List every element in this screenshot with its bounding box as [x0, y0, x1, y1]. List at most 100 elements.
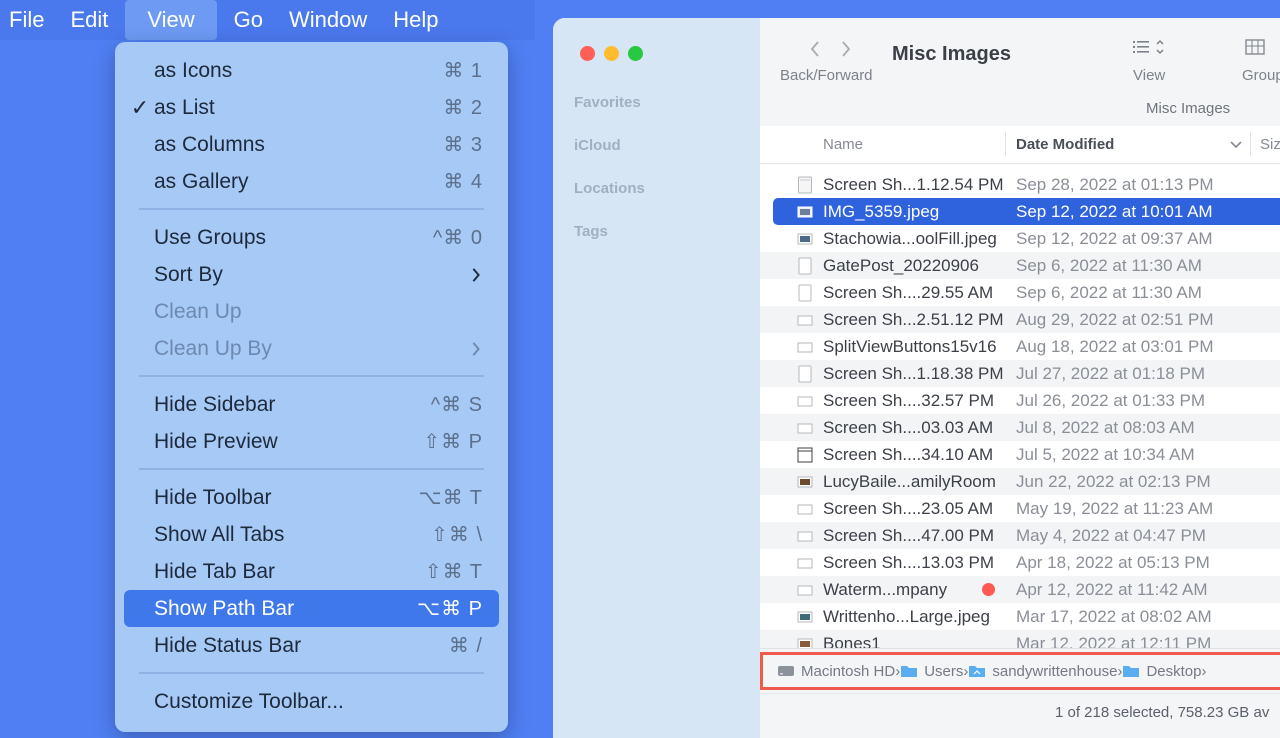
group-icon[interactable] [1245, 38, 1267, 56]
view-menu-dropdown: as Icons ⌘ 1 ✓ as List ⌘ 2 as Columns ⌘ … [115, 42, 508, 732]
menu-item-label: as Gallery [154, 169, 249, 193]
menu-item-customize-toolbar[interactable]: Customize Toolbar... [124, 683, 499, 720]
menu-item-show-path-bar[interactable]: Show Path Bar ⌥⌘ P [124, 590, 499, 627]
column-divider[interactable] [1250, 132, 1251, 156]
file-date: Jul 27, 2022 at 01:18 PM [1016, 363, 1206, 383]
menu-item-label: as List [154, 95, 215, 119]
sidebar-section-tags[interactable]: Tags [574, 223, 608, 240]
menu-item-as-icons[interactable]: as Icons ⌘ 1 [124, 52, 499, 89]
path-bar-highlight: Macintosh HD › Users › sandywrittenhouse… [760, 652, 1280, 690]
menu-item-hide-toolbar[interactable]: Hide Toolbar ⌥⌘ T [124, 479, 499, 516]
column-date-modified[interactable]: Date Modified [1016, 136, 1114, 153]
menu-item-use-groups[interactable]: Use Groups ^⌘ 0 [124, 219, 499, 256]
status-bar: 1 of 218 selected, 758.23 GB av [760, 693, 1280, 738]
image-file-icon [797, 476, 813, 487]
close-window-button[interactable] [580, 46, 595, 61]
sidebar-section-locations[interactable]: Locations [574, 180, 645, 197]
menu-go[interactable]: Go [221, 0, 276, 40]
column-name[interactable]: Name [823, 136, 863, 153]
file-row[interactable]: Waterm...mpany Apr 12, 2022 at 11:42 AM [760, 576, 1280, 603]
menu-item-hide-sidebar[interactable]: Hide Sidebar ^⌘ S [124, 386, 499, 423]
menu-item-label: Show Path Bar [154, 596, 295, 620]
path-crumb-home[interactable]: sandywrittenhouse [968, 663, 1117, 680]
file-row[interactable]: Writtenho...Large.jpeg Mar 17, 2022 at 0… [760, 603, 1280, 630]
path-crumb-users[interactable]: Users [900, 663, 963, 680]
menu-item-shortcut: ⇧⌘ T [424, 561, 483, 583]
file-date: Sep 6, 2022 at 11:30 AM [1016, 282, 1202, 302]
screenshot-file-icon [797, 558, 813, 568]
file-row[interactable]: Screen Sh....13.03 PM Apr 18, 2022 at 05… [760, 549, 1280, 576]
path-separator-icon: › [1201, 662, 1207, 680]
menu-item-show-all-tabs[interactable]: Show All Tabs ⇧⌘ \ [124, 516, 499, 553]
menu-item-label: Sort By [154, 262, 223, 286]
screenshot-file-icon [797, 342, 813, 352]
zoom-window-button[interactable] [628, 46, 643, 61]
menu-item-clean-up: Clean Up [124, 293, 499, 330]
back-forward-icon[interactable] [808, 40, 858, 58]
file-row[interactable]: GatePost_20220906 Sep 6, 2022 at 11:30 A… [760, 252, 1280, 279]
menu-item-as-columns[interactable]: as Columns ⌘ 3 [124, 126, 499, 163]
menu-edit[interactable]: Edit [57, 0, 121, 40]
file-row[interactable]: Screen Sh...1.18.38 PM Jul 27, 2022 at 0… [760, 360, 1280, 387]
file-date: Jul 8, 2022 at 08:03 AM [1016, 417, 1195, 437]
menu-item-shortcut: ⌥⌘ P [417, 598, 483, 620]
menu-item-shortcut: ^⌘ S [430, 394, 483, 416]
menu-item-as-gallery[interactable]: as Gallery ⌘ 4 [124, 163, 499, 200]
menu-item-label: Use Groups [154, 225, 267, 249]
file-row[interactable]: LucyBaile...amilyRoom Jun 22, 2022 at 02… [760, 468, 1280, 495]
file-row-selected[interactable]: IMG_5359.jpeg Sep 12, 2022 at 10:01 AM [773, 198, 1280, 225]
menu-view[interactable]: View [125, 0, 217, 40]
menu-item-shortcut: ⇧⌘ P [423, 431, 483, 453]
file-row[interactable]: Screen Sh....03.03 AM Jul 8, 2022 at 08:… [760, 414, 1280, 441]
sidebar-section-favorites[interactable]: Favorites [574, 94, 641, 111]
image-file-icon [797, 233, 813, 244]
file-row[interactable]: Screen Sh....34.10 AM Jul 5, 2022 at 10:… [760, 441, 1280, 468]
home-folder-icon [969, 666, 986, 677]
file-row[interactable]: Screen Sh....23.05 AM May 19, 2022 at 11… [760, 495, 1280, 522]
menu-item-sort-by[interactable]: Sort By [124, 256, 499, 293]
hard-drive-icon [778, 666, 794, 676]
menu-item-label: as Icons [154, 58, 233, 82]
chevron-down-icon[interactable] [1230, 140, 1242, 150]
window-title: Misc Images [892, 43, 1011, 65]
file-date: May 4, 2022 at 04:47 PM [1016, 525, 1206, 545]
menu-item-label: Customize Toolbar... [154, 689, 344, 713]
menu-help[interactable]: Help [380, 0, 451, 40]
menu-window[interactable]: Window [276, 0, 380, 40]
menu-file[interactable]: File [0, 0, 57, 40]
screenshot-file-icon [797, 396, 813, 406]
back-forward-label: Back/Forward [780, 67, 873, 84]
file-row[interactable]: SplitViewButtons15v16 Aug 18, 2022 at 03… [760, 333, 1280, 360]
file-row[interactable]: Stachowia...oolFill.jpeg Sep 12, 2022 at… [760, 225, 1280, 252]
menu-item-hide-status-bar[interactable]: Hide Status Bar ⌘ / [124, 627, 499, 664]
file-row[interactable]: Screen Sh...2.51.12 PM Aug 29, 2022 at 0… [760, 306, 1280, 333]
file-name: Writtenho...Large.jpeg [823, 606, 990, 626]
list-view-icon[interactable] [1132, 38, 1174, 56]
file-date: Aug 18, 2022 at 03:01 PM [1016, 336, 1214, 356]
file-name: Screen Sh....34.10 AM [823, 444, 994, 464]
minimize-window-button[interactable] [604, 46, 619, 61]
folder-icon [901, 666, 918, 677]
finder-window: Favorites iCloud Locations Tags Back/For… [553, 18, 1280, 738]
file-row[interactable]: Screen Sh....47.00 PM May 4, 2022 at 04:… [760, 522, 1280, 549]
image-file-icon [797, 611, 813, 622]
column-divider[interactable] [1005, 132, 1006, 156]
file-row[interactable]: Screen Sh...1.12.54 PM Sep 28, 2022 at 0… [760, 171, 1280, 198]
sidebar-section-icloud[interactable]: iCloud [574, 137, 621, 154]
path-crumb-desktop[interactable]: Desktop [1122, 663, 1201, 680]
red-tag-dot [982, 583, 995, 596]
column-size[interactable]: Size [1260, 136, 1280, 153]
file-row[interactable]: Screen Sh....29.55 AM Sep 6, 2022 at 11:… [760, 279, 1280, 306]
file-date: Aug 29, 2022 at 02:51 PM [1016, 309, 1214, 329]
menu-item-hide-tab-bar[interactable]: Hide Tab Bar ⇧⌘ T [124, 553, 499, 590]
finder-toolbar: Back/Forward Misc Images View Group Misc… [760, 18, 1280, 127]
menu-item-as-list[interactable]: ✓ as List ⌘ 2 [124, 89, 499, 126]
file-name: Screen Sh....32.57 PM [823, 390, 995, 410]
menu-item-label: Show All Tabs [154, 522, 285, 546]
file-row[interactable]: Screen Sh....32.57 PM Jul 26, 2022 at 01… [760, 387, 1280, 414]
path-crumb-macintosh-hd[interactable]: Macintosh HD [777, 663, 895, 680]
screenshot-file-icon [797, 447, 813, 462]
menu-item-hide-preview[interactable]: Hide Preview ⇧⌘ P [124, 423, 499, 460]
menu-item-shortcut: ⌘ 3 [443, 134, 483, 156]
file-date: Jul 5, 2022 at 10:34 AM [1016, 444, 1195, 464]
